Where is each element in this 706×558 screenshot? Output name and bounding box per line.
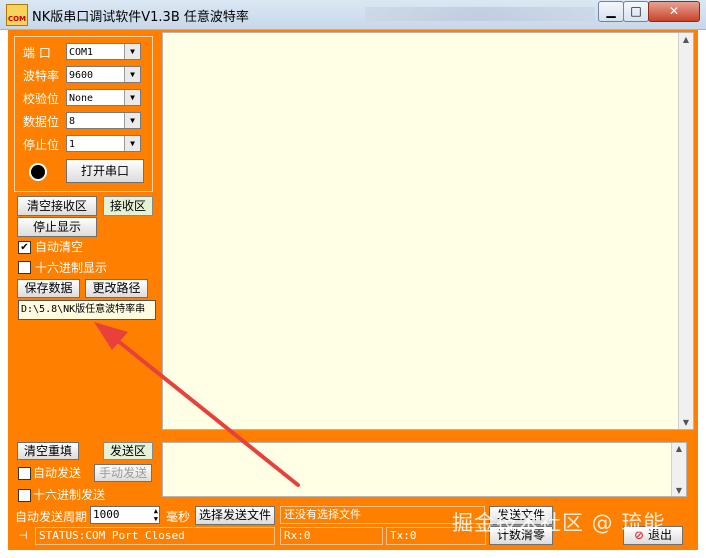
annotation-arrow	[94, 322, 300, 487]
watermark-text: 掘金技术社区 @ 琉能	[452, 511, 666, 535]
